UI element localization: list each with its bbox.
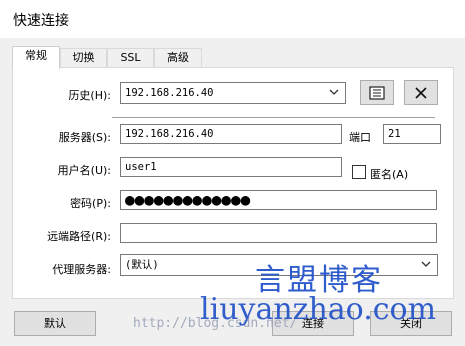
chevron-down-icon <box>421 261 431 267</box>
watermark-domain: liuyanzhao.com <box>200 292 437 327</box>
close-icon <box>415 86 427 99</box>
history-combobox[interactable]: 192.168.216.40 <box>120 82 346 104</box>
history-value: 192.168.216.40 <box>125 87 214 99</box>
password-label: 密码(P): <box>70 197 111 210</box>
server-input[interactable]: 192.168.216.40 <box>120 124 342 144</box>
port-input[interactable]: 21 <box>383 124 441 144</box>
anonymous-label[interactable]: 匿名(A) <box>370 166 414 182</box>
anonymous-checkbox[interactable] <box>352 165 366 179</box>
tab-advanced[interactable]: 高级 <box>154 48 202 68</box>
clear-history-button[interactable] <box>404 80 438 105</box>
username-label: 用户名(U): <box>57 164 111 177</box>
server-label: 服务器(S): <box>58 131 111 144</box>
proxy-label: 代理服务器: <box>52 263 111 276</box>
history-label: 历史(H): <box>68 89 111 102</box>
tab-general[interactable]: 常规 <box>12 46 60 69</box>
proxy-value: (默认) <box>125 259 159 271</box>
remote-path-input[interactable] <box>120 223 437 243</box>
address-book-icon <box>369 85 385 100</box>
password-input[interactable]: ●●●●●●●●●●●●● <box>120 190 437 210</box>
tab-switch[interactable]: 切换 <box>60 48 107 68</box>
username-input[interactable]: user1 <box>120 157 342 177</box>
tab-ssl[interactable]: SSL <box>107 48 154 68</box>
remote-path-label: 远端路径(R): <box>47 230 111 243</box>
separator <box>112 117 435 119</box>
default-button[interactable]: 默认 <box>14 311 96 336</box>
chevron-down-icon <box>329 89 339 95</box>
address-book-button[interactable] <box>360 80 394 105</box>
window-title: 快速连接 <box>13 13 69 29</box>
port-label: 端口 <box>349 131 371 144</box>
title-bar: 快速连接 <box>0 0 465 38</box>
